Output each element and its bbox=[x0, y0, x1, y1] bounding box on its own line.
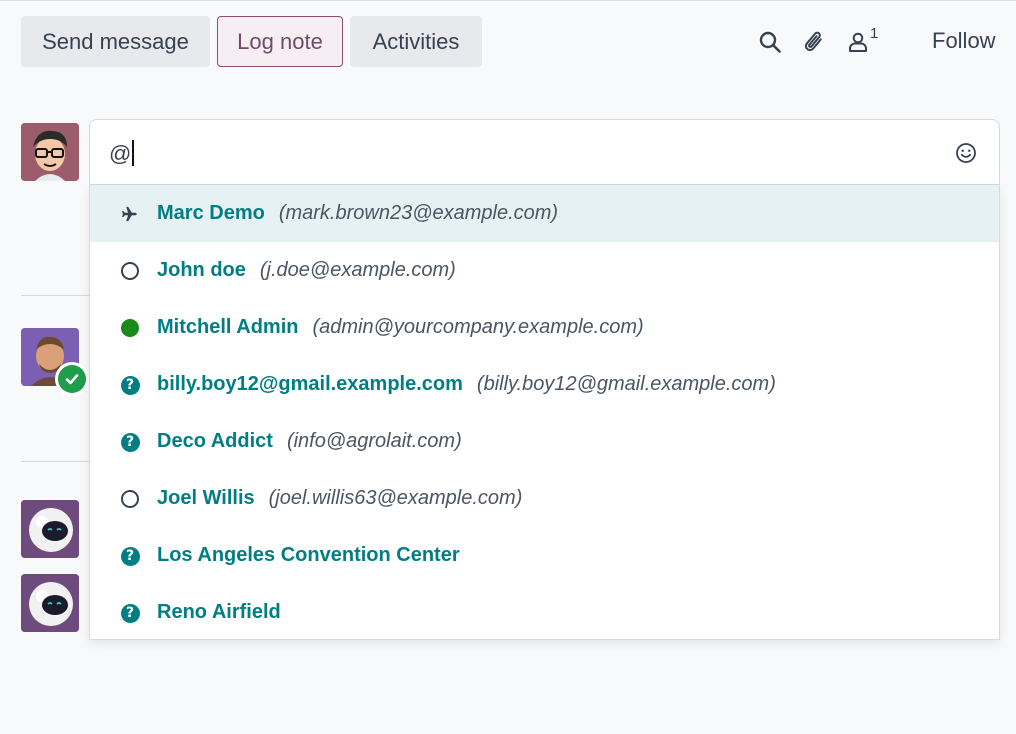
emoji-icon[interactable] bbox=[955, 142, 977, 169]
question-icon: ? bbox=[120, 546, 140, 566]
send-message-button[interactable]: Send message bbox=[21, 16, 210, 67]
activities-button[interactable]: Activities bbox=[350, 16, 482, 67]
followers-button[interactable]: 1 bbox=[836, 20, 880, 64]
bot-avatar bbox=[21, 500, 79, 558]
offline-circle-icon bbox=[120, 261, 140, 281]
suggestion-item[interactable]: ? billy.boy12@gmail.example.com (billy.bo… bbox=[90, 356, 999, 413]
suggestion-item[interactable]: ? Reno Airfield bbox=[90, 584, 999, 641]
suggestion-item[interactable]: John doe (j.doe@example.com) bbox=[90, 242, 999, 299]
chatter-toolbar: Send message Log note Activities bbox=[21, 16, 482, 67]
bot-avatar bbox=[21, 574, 79, 632]
online-status-check-icon bbox=[55, 362, 89, 396]
user-icon bbox=[849, 32, 867, 52]
suggestion-item[interactable]: ? Deco Addict (info@agrolait.com) bbox=[90, 413, 999, 470]
suggestion-item[interactable]: Marc Demo (mark.brown23@example.com) bbox=[90, 185, 999, 242]
mention-suggestion-list: Marc Demo (mark.brown23@example.com) John… bbox=[89, 185, 1000, 640]
suggestion-item[interactable]: ? Los Angeles Convention Center bbox=[90, 527, 999, 584]
offline-circle-icon bbox=[120, 489, 140, 509]
follower-count: 1 bbox=[870, 25, 879, 42]
log-note-button[interactable]: Log note bbox=[217, 16, 343, 67]
current-user-avatar bbox=[21, 123, 79, 181]
chatter-tools: 1 bbox=[748, 18, 880, 66]
composer-text[interactable]: @ bbox=[109, 140, 135, 167]
question-icon: ? bbox=[120, 603, 140, 623]
suggestion-item[interactable]: Joel Willis (joel.willis63@example.com) bbox=[90, 470, 999, 527]
suggestion-item[interactable]: Mitchell Admin (admin@yourcompany.example… bbox=[90, 299, 999, 356]
question-icon: ? bbox=[120, 375, 140, 395]
composer-input[interactable]: @ bbox=[89, 119, 1000, 185]
search-icon[interactable] bbox=[748, 20, 792, 64]
top-border bbox=[0, 0, 1016, 3]
text-caret bbox=[132, 140, 135, 166]
plane-icon bbox=[120, 204, 140, 224]
follow-button[interactable]: Follow bbox=[932, 28, 996, 54]
paperclip-icon[interactable] bbox=[792, 20, 836, 64]
message-divider bbox=[21, 295, 91, 296]
message-divider bbox=[21, 461, 91, 462]
online-dot-icon bbox=[120, 318, 140, 338]
question-icon: ? bbox=[120, 432, 140, 452]
